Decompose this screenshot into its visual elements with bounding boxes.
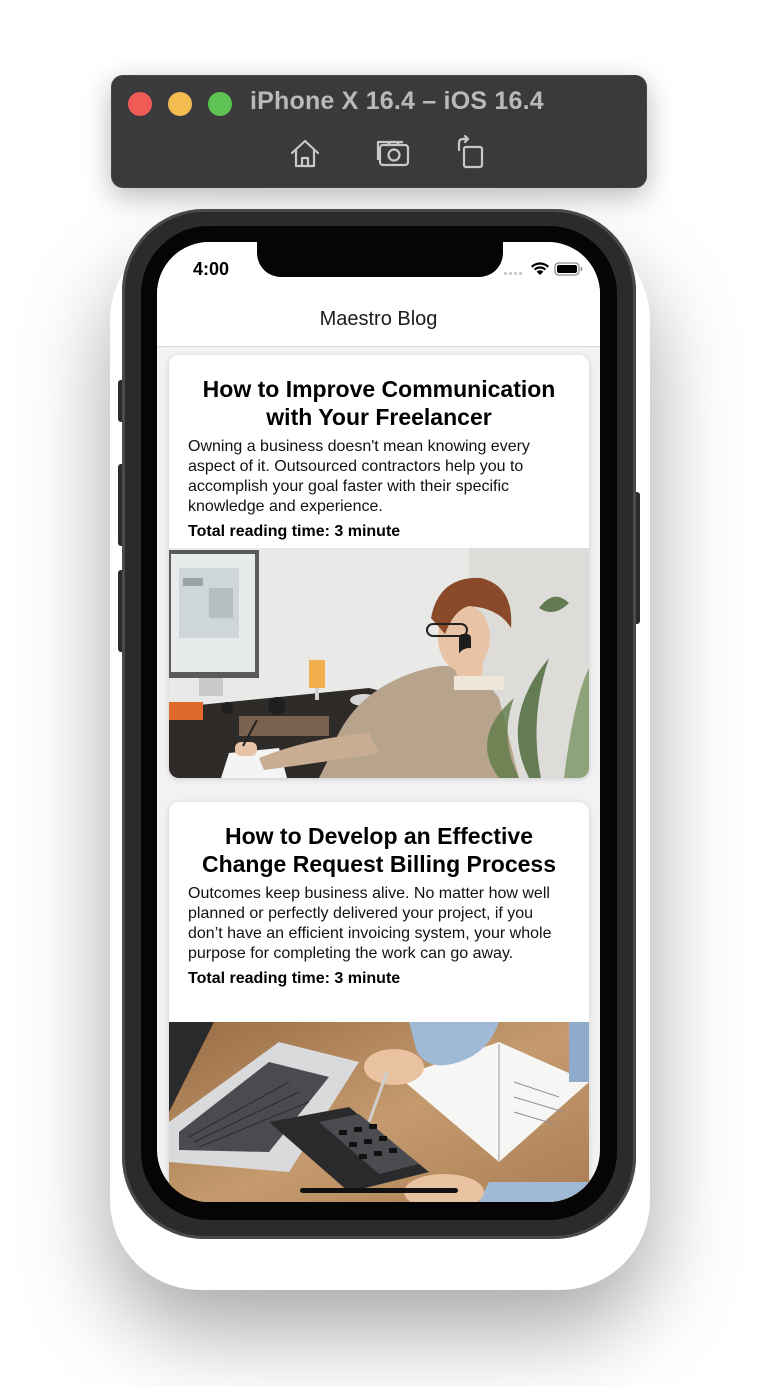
phone-screen: Maestro Blog 4:00 How to Improve Communi… — [157, 242, 600, 1202]
status-icons — [504, 261, 584, 277]
window-close-button[interactable] — [128, 92, 152, 116]
blog-post-card[interactable]: How to Improve Communication with Your F… — [169, 355, 589, 778]
laptop-and-calculator-photo — [169, 1022, 589, 1202]
screenshot-icon[interactable] — [375, 135, 411, 171]
simulator-toolbar: iPhone X 16.4 – iOS 16.4 — [111, 75, 647, 188]
window-maximize-button[interactable] — [208, 92, 232, 116]
nav-title: Maestro Blog — [319, 308, 438, 330]
navigation-bar: Maestro Blog — [157, 282, 600, 347]
post-reading-time: Total reading time: 3 minute — [188, 970, 401, 987]
woman-on-phone-at-desk-photo — [169, 548, 589, 778]
notch — [257, 242, 503, 277]
wifi-icon — [531, 262, 549, 275]
window-minimize-button[interactable] — [168, 92, 192, 116]
post-excerpt: Owning a business doesn't mean knowing e… — [188, 438, 530, 515]
home-icon[interactable] — [287, 135, 323, 171]
post-title: How to Improve Communication with Your F… — [202, 376, 556, 430]
post-reading-time: Total reading time: 3 minute — [188, 523, 401, 540]
rotate-icon[interactable] — [453, 134, 489, 171]
blog-post-card[interactable]: How to Develop an Effective Change Reque… — [169, 802, 589, 1202]
status-time: 4:00 — [193, 259, 230, 279]
signal-icon — [504, 272, 522, 275]
simulator-title: iPhone X 16.4 – iOS 16.4 — [250, 87, 544, 115]
post-title: How to Develop an Effective Change Reque… — [201, 823, 557, 877]
battery-icon — [554, 262, 583, 276]
home-indicator[interactable] — [300, 1188, 458, 1193]
post-excerpt: Outcomes keep business alive. No matter … — [188, 885, 552, 962]
